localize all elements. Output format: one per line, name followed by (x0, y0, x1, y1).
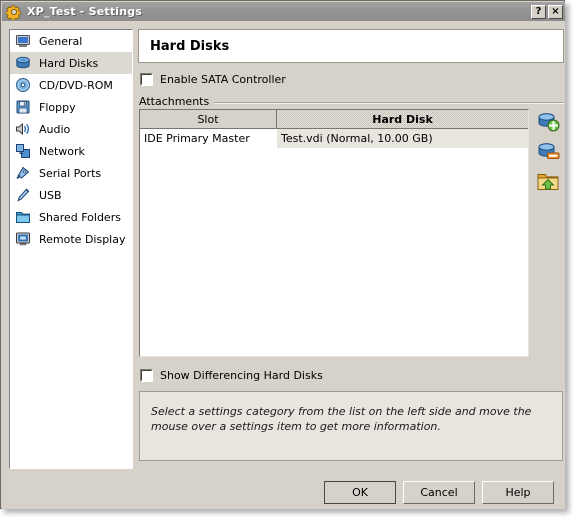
dialog-body: General Hard Disks CD/DVD-ROM Floppy Aud… (2, 21, 565, 509)
select-hard-disk-button[interactable] (536, 169, 560, 193)
page-header: Hard Disks (138, 29, 564, 63)
monitor-icon (16, 35, 30, 47)
add-hard-disk-button[interactable] (536, 109, 560, 133)
sidebar-item-general[interactable]: General (10, 30, 132, 52)
sidebar-item-cd-dvd-rom[interactable]: CD/DVD-ROM (10, 74, 132, 96)
folder-icon (16, 212, 30, 223)
table-row[interactable]: IDE Primary Master Test.vdi (Normal, 10.… (140, 129, 528, 148)
enable-sata-controller-label: Enable SATA Controller (160, 73, 286, 86)
sidebar-item-serial-ports[interactable]: Serial Ports (10, 162, 132, 184)
sidebar-item-floppy[interactable]: Floppy (10, 96, 132, 118)
sidebar-item-usb[interactable]: USB (10, 184, 132, 206)
cell-hard-disk: Test.vdi (Normal, 10.00 GB) (277, 129, 528, 148)
cd-icon (16, 78, 30, 92)
sidebar-item-label: Audio (39, 122, 71, 136)
show-differencing-hard-disks-label: Show Differencing Hard Disks (160, 369, 323, 382)
attachments-table[interactable]: Slot Hard Disk IDE Primary Master Test.v… (139, 109, 529, 357)
sidebar-item-label: Shared Folders (39, 210, 121, 224)
sidebar-item-shared-folders[interactable]: Shared Folders (10, 206, 132, 228)
remote-display-icon (16, 232, 30, 246)
sidebar-item-label: Hard Disks (39, 56, 99, 70)
cancel-button[interactable]: Cancel (403, 481, 475, 504)
sidebar-item-label: Serial Ports (39, 166, 102, 180)
speaker-icon (16, 122, 29, 136)
help-button[interactable]: Help (482, 481, 554, 504)
enable-sata-controller-checkbox[interactable]: Enable SATA Controller (140, 73, 286, 86)
sidebar-item-network[interactable]: Network (10, 140, 132, 162)
sidebar-item-label: Network (39, 144, 85, 158)
dialog-button-bar: OK Cancel Help (2, 476, 565, 509)
window-title: XP_Test - Settings (27, 5, 143, 18)
info-panel: Select a settings category from the list… (139, 391, 563, 461)
table-header-row: Slot Hard Disk (140, 110, 528, 129)
sidebar-item-label: General (39, 34, 83, 48)
cell-slot: IDE Primary Master (140, 129, 277, 148)
gear-icon (6, 4, 21, 20)
settings-page-hard-disks: Hard Disks Enable SATA Controller Attach… (138, 29, 564, 469)
title-bar[interactable]: XP_Test - Settings ? × (2, 2, 565, 21)
settings-window: XP_Test - Settings ? × General Hard Disk… (0, 0, 565, 509)
checkbox-box (140, 73, 153, 86)
column-header-hard-disk[interactable]: Hard Disk (277, 110, 528, 129)
sidebar-item-label: CD/DVD-ROM (39, 78, 113, 92)
settings-category-list[interactable]: General Hard Disks CD/DVD-ROM Floppy Aud… (9, 29, 133, 469)
harddisk-icon (16, 56, 30, 69)
attachments-group-label: Attachments (139, 95, 215, 108)
sidebar-item-label: Remote Display (39, 232, 126, 246)
attachments-toolbar (536, 109, 562, 199)
checkbox-box (140, 369, 153, 382)
usb-icon (17, 188, 30, 202)
floppy-icon (16, 100, 30, 114)
help-titlebar-button[interactable]: ? (531, 4, 546, 19)
remove-hard-disk-button[interactable] (536, 139, 560, 163)
attachments-group: Attachments Slot Hard Disk IDE Primary M… (138, 95, 564, 362)
sidebar-item-audio[interactable]: Audio (10, 118, 132, 140)
ok-button[interactable]: OK (324, 481, 396, 504)
page-title: Hard Disks (150, 38, 230, 54)
sidebar-item-hard-disks[interactable]: Hard Disks (10, 52, 132, 74)
sidebar-item-remote-display[interactable]: Remote Display (10, 228, 132, 250)
sidebar-item-label: USB (39, 188, 62, 202)
serial-port-icon (16, 166, 30, 180)
close-icon[interactable]: × (548, 4, 563, 19)
column-header-slot[interactable]: Slot (140, 110, 277, 129)
sidebar-item-label: Floppy (39, 100, 76, 114)
show-differencing-hard-disks-checkbox[interactable]: Show Differencing Hard Disks (140, 369, 323, 382)
info-text: Select a settings category from the list… (151, 405, 532, 433)
network-icon (16, 144, 30, 158)
